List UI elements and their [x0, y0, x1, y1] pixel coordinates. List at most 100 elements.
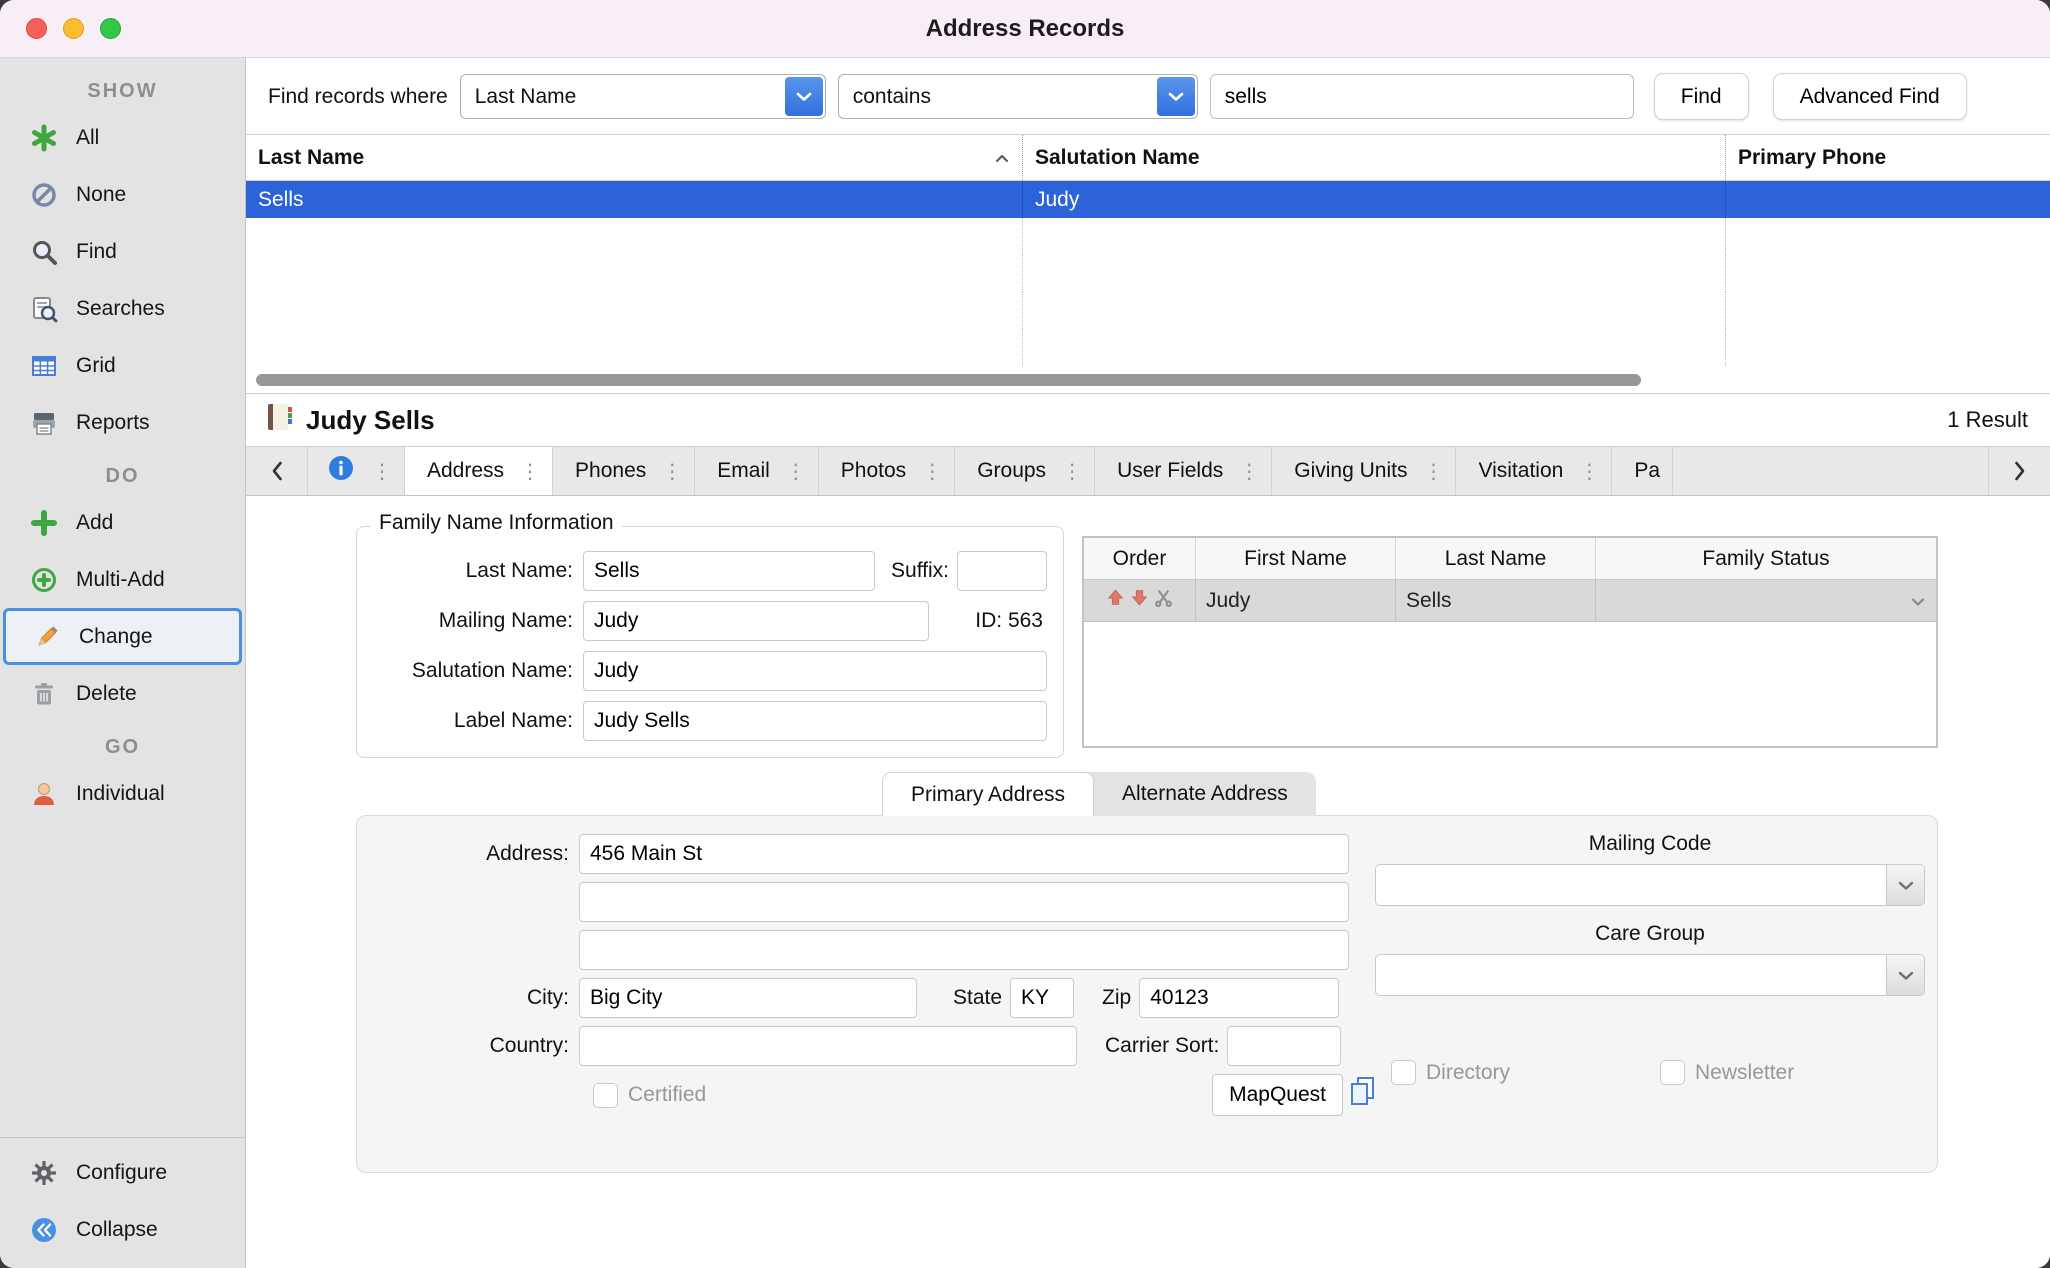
carrier-sort-input[interactable] — [1227, 1026, 1341, 1066]
sidebar-item-label: Individual — [76, 782, 165, 806]
saved-search-icon — [28, 293, 60, 325]
sidebar-section-go: GO — [0, 722, 245, 765]
table-row-selected[interactable]: Sells Judy — [246, 181, 2050, 218]
suffix-input[interactable] — [957, 551, 1047, 591]
column-header-salutation-name[interactable]: Salutation Name — [1023, 135, 1726, 180]
record-header: Judy Sells 1 Result — [246, 394, 2050, 446]
address-line3-input[interactable] — [579, 930, 1349, 970]
scissors-icon[interactable] — [1154, 588, 1173, 613]
tab-drag-handle-icon[interactable] — [520, 459, 540, 484]
tab-scroll-right-button[interactable] — [1988, 447, 2050, 495]
tab-drag-handle-icon[interactable] — [1062, 459, 1082, 484]
sidebar-item-configure[interactable]: Configure — [0, 1144, 245, 1201]
tab-user-fields[interactable]: User Fields — [1095, 447, 1272, 495]
sidebar-item-searches[interactable]: Searches — [0, 280, 245, 337]
zoom-window-button[interactable] — [100, 18, 121, 39]
member-family-status-select[interactable] — [1596, 580, 1936, 621]
members-column-family-status: Family Status — [1596, 538, 1936, 579]
tab-phones[interactable]: Phones — [553, 447, 695, 495]
country-input[interactable] — [579, 1026, 1077, 1066]
trash-icon — [28, 678, 60, 710]
sidebar-item-multi-add[interactable]: Multi-Add — [0, 551, 245, 608]
tab-groups[interactable]: Groups — [955, 447, 1095, 495]
salutation-name-input[interactable] — [583, 651, 1047, 691]
mailing-name-input[interactable] — [583, 601, 929, 641]
sidebar-section-show: SHOW — [0, 66, 245, 109]
sidebar-item-reports[interactable]: Reports — [0, 394, 245, 451]
sidebar-item-none[interactable]: None — [0, 166, 245, 223]
advanced-find-button[interactable]: Advanced Find — [1773, 73, 1967, 120]
sidebar-item-find[interactable]: Find — [0, 223, 245, 280]
tab-label: Phones — [575, 459, 646, 483]
sidebar-item-add[interactable]: Add — [0, 494, 245, 551]
directory-checkbox[interactable] — [1391, 1060, 1416, 1085]
family-members-table: Order First Name Last Name Family Status… — [1082, 536, 1938, 748]
table-row-empty — [246, 329, 2050, 366]
sidebar-item-individual[interactable]: Individual — [0, 765, 245, 822]
operator-select[interactable]: contains — [838, 74, 1198, 119]
sidebar-footer: Configure Collapse — [0, 1137, 245, 1268]
address-tab-content: Family Name Information Last Name: Suffi… — [246, 496, 2050, 1268]
state-input[interactable] — [1010, 978, 1074, 1018]
search-value-input[interactable] — [1210, 74, 1634, 119]
primary-address-panel: Address: City: — [356, 815, 1938, 1173]
label-name-input[interactable] — [583, 701, 1047, 741]
tab-giving-units[interactable]: Giving Units — [1272, 447, 1456, 495]
sidebar-item-label: Searches — [76, 297, 165, 321]
column-header-last-name[interactable]: Last Name — [246, 135, 1023, 180]
group-legend: Family Name Information — [371, 511, 622, 535]
tab-photos[interactable]: Photos — [819, 447, 955, 495]
minimize-window-button[interactable] — [63, 18, 84, 39]
find-records-where-label: Find records where — [268, 85, 448, 109]
mapquest-button[interactable]: MapQuest — [1212, 1074, 1343, 1116]
move-down-icon[interactable] — [1130, 588, 1149, 613]
scrollbar-thumb[interactable] — [256, 374, 1641, 386]
field-select[interactable]: Last Name — [460, 74, 826, 119]
tab-drag-handle-icon[interactable] — [372, 459, 392, 484]
tab-drag-handle-icon[interactable] — [922, 459, 942, 484]
sidebar-item-change[interactable]: Change — [3, 608, 242, 665]
tab-drag-handle-icon[interactable] — [1423, 459, 1443, 484]
member-row[interactable]: Judy Sells — [1084, 580, 1936, 622]
tab-drag-handle-icon[interactable] — [662, 459, 682, 484]
sidebar-item-label: None — [76, 183, 126, 207]
last-name-input[interactable] — [583, 551, 875, 591]
member-last-name[interactable]: Sells — [1396, 580, 1596, 621]
city-input[interactable] — [579, 978, 917, 1018]
zip-input[interactable] — [1139, 978, 1339, 1018]
tab-drag-handle-icon[interactable] — [1239, 459, 1259, 484]
tab-truncated[interactable]: Pa — [1612, 447, 1673, 495]
address-line2-input[interactable] — [579, 882, 1349, 922]
cell-salutation-name: Judy — [1023, 181, 1726, 218]
tab-alternate-address[interactable]: Alternate Address — [1094, 772, 1316, 816]
table-row-empty — [246, 218, 2050, 255]
tab-info[interactable] — [308, 447, 405, 495]
tab-visitation[interactable]: Visitation — [1456, 447, 1612, 495]
sidebar-item-all[interactable]: All — [0, 109, 245, 166]
plus-icon — [28, 507, 60, 539]
tab-address[interactable]: Address — [405, 447, 553, 495]
mailing-code-select[interactable] — [1375, 864, 1925, 906]
tab-email[interactable]: Email — [695, 447, 819, 495]
certified-checkbox[interactable] — [593, 1083, 618, 1108]
column-header-primary-phone[interactable]: Primary Phone — [1726, 135, 2050, 180]
tab-drag-handle-icon[interactable] — [1579, 459, 1599, 484]
newsletter-checkbox[interactable] — [1660, 1060, 1685, 1085]
sidebar-item-grid[interactable]: Grid — [0, 337, 245, 394]
sidebar-item-collapse[interactable]: Collapse — [0, 1201, 245, 1258]
tab-primary-address[interactable]: Primary Address — [882, 772, 1094, 816]
sidebar-item-delete[interactable]: Delete — [0, 665, 245, 722]
address-line1-input[interactable] — [579, 834, 1349, 874]
care-group-select[interactable] — [1375, 954, 1925, 996]
tab-drag-handle-icon[interactable] — [786, 459, 806, 484]
move-up-icon[interactable] — [1106, 588, 1125, 613]
collapse-icon — [28, 1214, 60, 1246]
member-first-name[interactable]: Judy — [1196, 580, 1396, 621]
info-icon — [326, 453, 356, 489]
tab-scroll-left-button[interactable] — [246, 447, 308, 495]
asterisk-icon — [28, 122, 60, 154]
circle-plus-icon — [28, 564, 60, 596]
find-button[interactable]: Find — [1654, 73, 1749, 120]
close-window-button[interactable] — [26, 18, 47, 39]
tab-label: Email — [717, 459, 770, 483]
